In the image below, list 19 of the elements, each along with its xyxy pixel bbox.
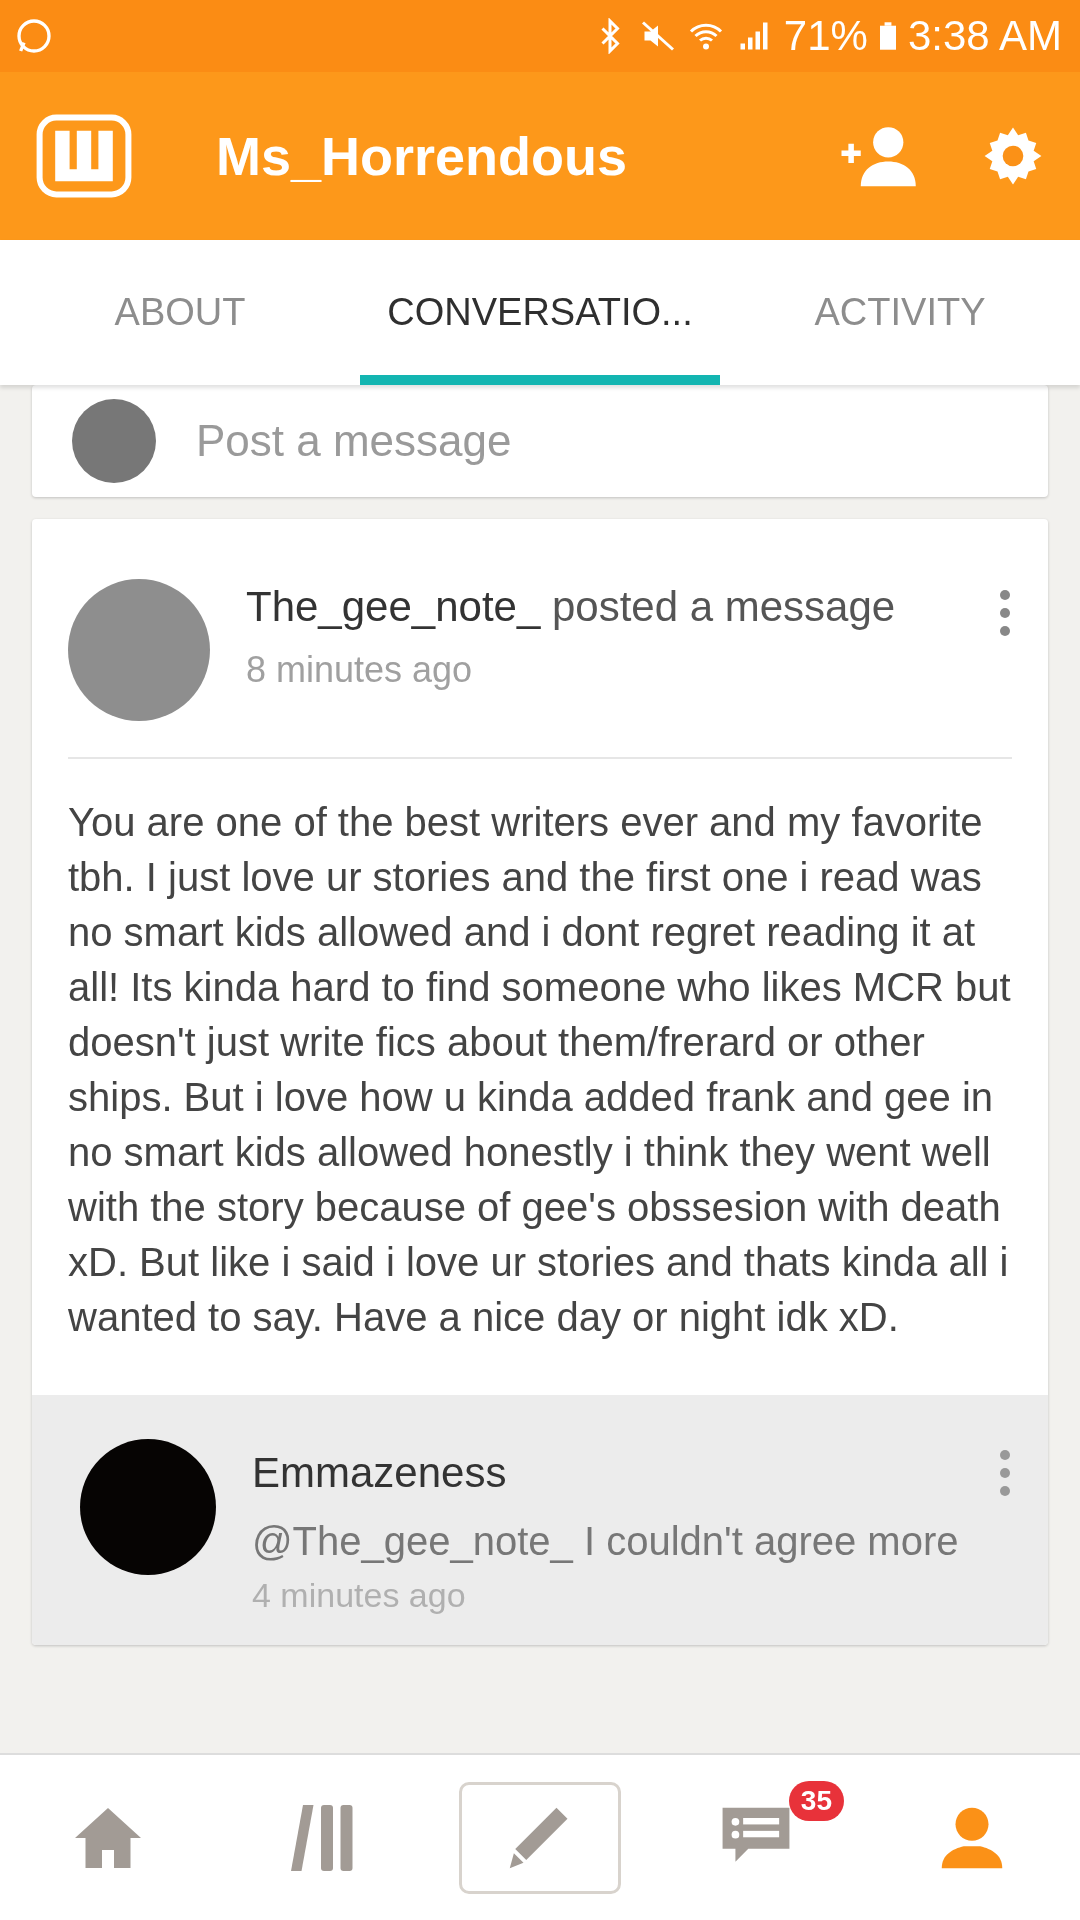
timestamp: 4 minutes ago — [252, 1576, 467, 1615]
post-header: The_gee_note_ posted a message — [246, 582, 897, 632]
chat-bubble-icon — [14, 16, 54, 56]
notification-count: 35 — [788, 1780, 844, 1821]
profile-title: Ms_Horrendous — [216, 125, 628, 187]
reply-text: @The_gee_note_ I couldn't agree more — [252, 1519, 960, 1564]
reply-author: Emmazeness — [252, 1449, 508, 1497]
battery-icon — [879, 22, 896, 50]
timestamp: 8 minutes ago — [246, 649, 474, 691]
settings-icon[interactable] — [982, 125, 1044, 187]
more-icon[interactable] — [998, 589, 1012, 637]
logo-icon[interactable] — [36, 114, 132, 198]
tab[interactable]: ACTIVITY — [720, 240, 1080, 385]
tab[interactable]: ABOUT — [0, 240, 360, 385]
more-icon[interactable] — [998, 1449, 1012, 1497]
write-button[interactable] — [459, 1781, 621, 1894]
post-body: You are one of the best writers ever and my favorite tbh. I just love ur stories and the first one i read was no smart kids allowed and i dont regret reading it at all! Its kinda hard to find someone who likes MCR but doesn't just write fics about them/frerard or other ships. But i love how u kinda added frank and gee in no smart kids allowed honestly i think they went well with the story because of gee's obssesion with death xD. But like i said i love ur stories and thats kinda all i wanted to say. Have a nice day or night idk xD. — [67, 799, 1012, 1341]
clock: 3:38 AM — [907, 12, 1062, 60]
battery-percent: 71% — [783, 12, 868, 60]
